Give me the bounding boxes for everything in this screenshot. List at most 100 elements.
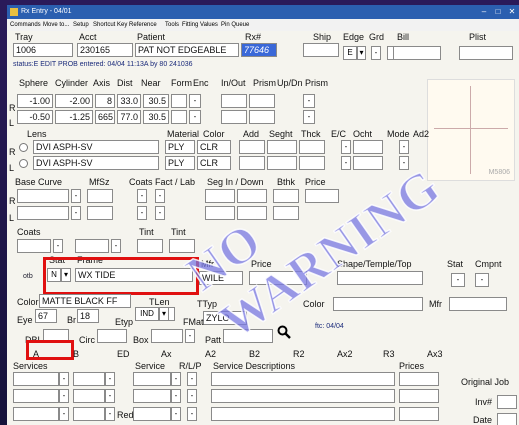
ship-field[interactable] xyxy=(303,43,339,57)
right-cylinder-field[interactable]: -2.00 xyxy=(55,94,93,108)
cmpnt-dropdown[interactable]: - xyxy=(475,273,489,287)
menu-setup[interactable]: Setup xyxy=(73,19,89,31)
menu-tools[interactable]: Tools xyxy=(165,19,179,31)
left-form-field[interactable] xyxy=(171,110,187,124)
service-description-field-1[interactable] xyxy=(211,372,395,386)
mfsz-left-field[interactable] xyxy=(87,206,113,220)
service-description-field-3[interactable] xyxy=(211,407,395,421)
box-field[interactable] xyxy=(151,329,183,343)
rlp-dropdown-2[interactable]: - xyxy=(187,389,197,403)
acct-field[interactable]: 230165 xyxy=(77,43,133,57)
service-field-3[interactable] xyxy=(133,407,171,421)
left-near-field[interactable]: 30.5 xyxy=(143,110,169,124)
add-left-field[interactable] xyxy=(239,156,265,170)
grd-dropdown[interactable]: - xyxy=(371,46,381,60)
coats-dropdown-1[interactable]: - xyxy=(53,239,63,253)
coats-fact-left-dropdown[interactable]: - xyxy=(137,206,147,220)
left-enc-dropdown[interactable]: - xyxy=(189,110,201,124)
left-sphere-field[interactable]: -0.50 xyxy=(17,110,53,124)
inv-field[interactable] xyxy=(497,395,517,409)
seg-in-right-field[interactable] xyxy=(205,189,235,203)
right-axis-field[interactable]: 8 xyxy=(95,94,115,108)
services-dropdown-1[interactable]: - xyxy=(59,372,69,386)
service-dropdown-2[interactable]: - xyxy=(171,389,181,403)
minimize-icon[interactable]: – xyxy=(477,6,491,17)
coats-field-1[interactable] xyxy=(17,239,51,253)
etyp-dropdown[interactable]: IND xyxy=(135,307,159,321)
rlp-dropdown-1[interactable]: - xyxy=(187,372,197,386)
lab-left-dropdown[interactable]: - xyxy=(155,206,165,220)
magnifier-icon[interactable] xyxy=(277,325,291,339)
left-cylinder-field[interactable]: -1.25 xyxy=(55,110,93,124)
left-dist-field[interactable]: 77.0 xyxy=(117,110,141,124)
rlp-dropdown-3[interactable]: - xyxy=(187,407,197,421)
frame-color2-field[interactable] xyxy=(333,297,423,311)
coats-fact-right-dropdown[interactable]: - xyxy=(137,189,147,203)
services-field-5[interactable] xyxy=(13,407,59,421)
mfsz-right-field[interactable] xyxy=(87,189,113,203)
bridge-field[interactable]: 18 xyxy=(77,309,99,323)
menu-commands[interactable]: Commands xyxy=(10,19,41,31)
material-right-field[interactable]: PLY xyxy=(165,140,195,154)
right-enc-dropdown[interactable]: - xyxy=(189,94,201,108)
frame-color-field[interactable]: MATTE BLACK FF xyxy=(39,294,131,308)
base-curve-right-field[interactable] xyxy=(17,189,69,203)
menu-pin-queue[interactable]: Pin Queue xyxy=(221,19,249,31)
services-dropdown-2[interactable]: - xyxy=(105,372,115,386)
services-field-2[interactable] xyxy=(73,372,105,386)
price-field-3[interactable] xyxy=(399,407,439,421)
tint-field-1[interactable] xyxy=(137,239,163,253)
services-field-6[interactable] xyxy=(73,407,105,421)
left-axis-field[interactable]: 665 xyxy=(95,110,115,124)
right-sphere-field[interactable]: -1.00 xyxy=(17,94,53,108)
date-field[interactable] xyxy=(497,413,517,425)
maximize-icon[interactable]: □ xyxy=(491,6,505,17)
services-dropdown-6[interactable]: - xyxy=(105,407,115,421)
frame-stat2-dropdown[interactable]: - xyxy=(451,273,465,287)
material-left-field[interactable]: PLY xyxy=(165,156,195,170)
edge-dropdown-arrow[interactable]: ▾ xyxy=(357,46,366,60)
right-form-field[interactable] xyxy=(171,94,187,108)
color-left-field[interactable]: CLR xyxy=(197,156,231,170)
menu-move-to[interactable]: Move to... xyxy=(43,19,69,31)
left-up-dn-dropdown[interactable]: - xyxy=(303,110,315,124)
coats-dropdown-2[interactable]: - xyxy=(111,239,121,253)
patient-field[interactable]: PAT NOT EDGEABLE xyxy=(135,43,239,57)
service-dropdown-1[interactable]: - xyxy=(171,372,181,386)
tray-field[interactable]: 1006 xyxy=(13,43,73,57)
lens-right-radio[interactable] xyxy=(19,143,28,152)
right-dist-field[interactable]: 33.0 xyxy=(117,94,141,108)
services-dropdown-4[interactable]: - xyxy=(105,389,115,403)
services-dropdown-5[interactable]: - xyxy=(59,407,69,421)
eye-size-field[interactable]: 67 xyxy=(35,309,57,323)
edge-dropdown[interactable]: E xyxy=(343,46,357,60)
left-prism-field[interactable] xyxy=(249,110,275,124)
lens-right-name-field[interactable]: DVI ASPH-SV xyxy=(33,140,159,154)
rx-number-field[interactable]: 77646 xyxy=(241,43,277,57)
box-dropdown[interactable]: - xyxy=(185,329,195,343)
price-field-2[interactable] xyxy=(399,389,439,403)
right-near-field[interactable]: 30.5 xyxy=(143,94,169,108)
lens-left-name-field[interactable]: DVI ASPH-SV xyxy=(33,156,159,170)
etyp-arrow[interactable]: ▾ xyxy=(159,307,169,321)
price-field-1[interactable] xyxy=(399,372,439,386)
left-in-out-field[interactable] xyxy=(221,110,247,124)
menu-fitting-values[interactable]: Fitting Values xyxy=(182,19,218,31)
service-field-2[interactable] xyxy=(133,389,171,403)
right-prism-field[interactable] xyxy=(249,94,275,108)
right-in-out-field[interactable] xyxy=(221,94,247,108)
menu-shortcut-reference[interactable]: Shortcut Key Reference xyxy=(93,19,157,31)
services-field-4[interactable] xyxy=(73,389,105,403)
add-right-field[interactable] xyxy=(239,140,265,154)
plist-field[interactable] xyxy=(459,46,513,60)
service-dropdown-3[interactable]: - xyxy=(171,407,181,421)
base-curve-right-dropdown[interactable]: - xyxy=(71,189,81,203)
seght-left-field[interactable] xyxy=(267,156,297,170)
bill-field[interactable] xyxy=(393,46,441,60)
base-curve-left-dropdown[interactable]: - xyxy=(71,206,81,220)
close-icon[interactable]: ✕ xyxy=(505,6,519,17)
frame-mfr2-field[interactable] xyxy=(449,297,507,311)
services-field-3[interactable] xyxy=(13,389,59,403)
lens-left-radio[interactable] xyxy=(19,159,28,168)
circ-field[interactable] xyxy=(97,329,127,343)
